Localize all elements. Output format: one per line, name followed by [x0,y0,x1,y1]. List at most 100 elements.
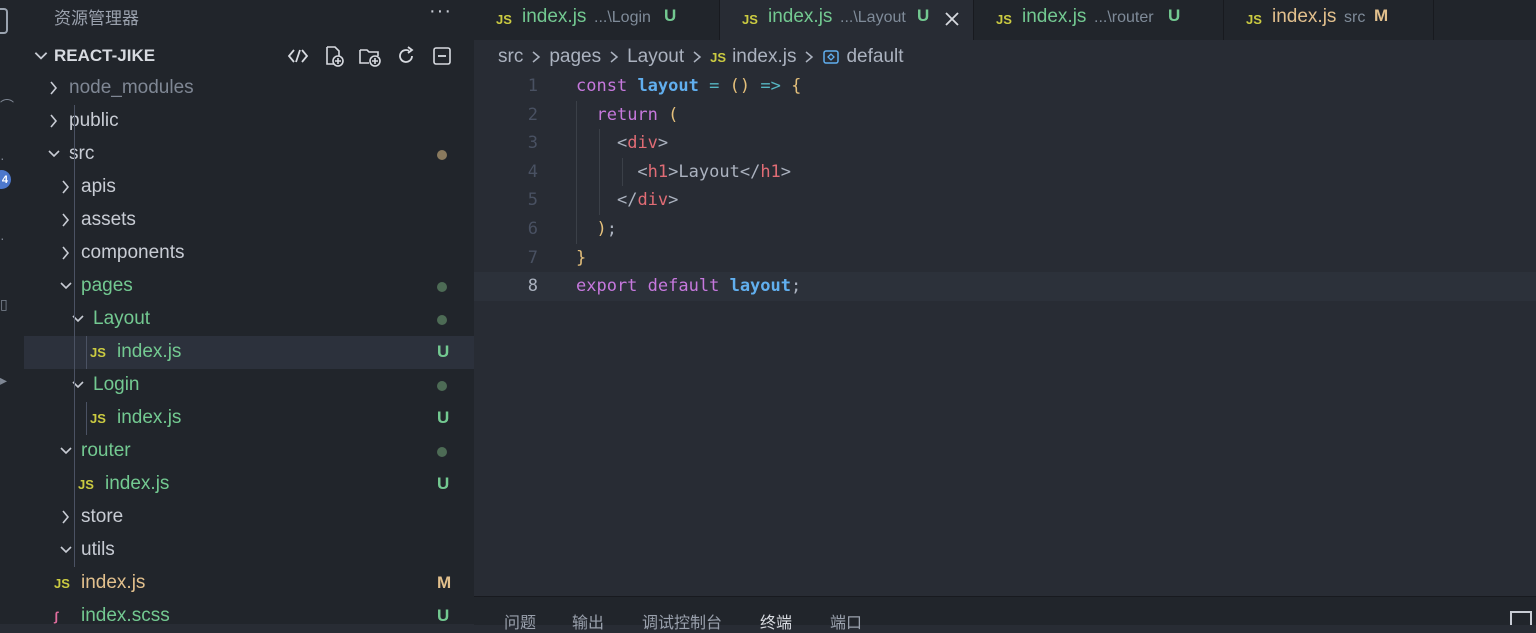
tree-file-row[interactable]: JS index.js U [24,336,474,369]
js-file-icon: JS [54,576,70,591]
breadcrumb-layout[interactable]: Layout [627,46,684,68]
search-activity-icon[interactable]: ⌒ [0,96,14,116]
close-icon[interactable] [942,9,962,29]
tree-folder-row[interactable]: Layout [24,303,474,336]
tab-label: index.js [1272,6,1337,27]
tree-folder-row[interactable]: utils [24,534,474,567]
breadcrumb-symbol[interactable]: default [846,46,903,68]
remote-explorer-icon[interactable] [286,44,310,68]
line-number: 3 [527,133,538,154]
editor-area: JS index.js ...\Login U JS index.js ...\… [474,0,1536,632]
tree-folder-row[interactable]: apis [24,171,474,204]
project-toolbar [286,44,454,68]
activity-bar: ⌒ · 4 · ▯ ▸ [0,0,24,624]
line-number: 1 [527,76,538,96]
tree-item-label: src [69,143,95,164]
explorer-activity-icon[interactable] [0,8,8,34]
line-number: 8 [527,276,538,297]
code-line: 2 return ( [474,101,1536,130]
code-editor[interactable]: 1 const layout = () => { 2 return ( 3 <d… [474,72,1536,301]
code-line-current: 8 export default layout; [474,272,1536,301]
chevron-right-icon [50,114,58,128]
tree-item-label: index.js [81,572,146,593]
tree-item-label: store [81,506,124,527]
line-number: 2 [527,104,538,125]
sidebar-title: 资源管理器 [54,9,139,28]
code-line: 1 const layout = () => { [474,72,1536,101]
tree-folder-row[interactable]: assets [24,204,474,237]
code-line: 3 <div> [474,129,1536,158]
tab-git-status: U [664,6,677,25]
tree-file-row[interactable]: JS index.js M [24,567,474,600]
tab-label: index.js [522,6,587,27]
explorer-sidebar: 资源管理器 ··· REACT-JIKE node_modulespublic [24,0,474,624]
tree-folder-row[interactable]: router [24,435,474,468]
panel-tab-output[interactable]: 输出 [572,609,604,633]
tab-layout-index[interactable]: JS index.js ...\Layout U [720,0,974,40]
ellipsis-icon[interactable]: ··· [429,0,452,23]
tree-item-label: index.js [117,341,182,362]
chevron-down-icon [48,150,60,158]
source-control-badge: 4 [0,170,11,189]
tree-folder-row[interactable]: store [24,501,474,534]
code-text: ); [596,218,617,239]
breadcrumb-file[interactable]: index.js [732,46,796,68]
tree-folder-row[interactable]: node_modules [24,72,474,105]
new-folder-icon[interactable] [358,44,382,68]
tree-folder-row[interactable]: Login [24,369,474,402]
panel-tab-terminal[interactable]: 终端 [760,609,792,633]
code-line: 6 ); [474,215,1536,244]
collapse-all-icon[interactable] [430,44,454,68]
code-text: const layout = () => { [576,76,802,96]
tab-git-status: M [1374,6,1389,25]
js-file-icon: JS [742,12,758,27]
extensions-activity-icon[interactable]: ▯ [0,296,8,313]
refresh-icon[interactable] [394,44,418,68]
tab-login-index[interactable]: JS index.js ...\Login U [474,0,720,40]
panel-layout-icon[interactable] [1510,611,1532,625]
tree-item-label: node_modules [69,77,194,98]
chevron-down-icon [72,315,84,323]
tree-indent-guide [74,468,75,501]
code-line: 5 </div> [474,186,1536,215]
source-control-activity-icon[interactable]: · [0,150,5,166]
chevron-right-icon [806,51,814,63]
tree-item-label: utils [81,539,115,560]
tree-folder-row[interactable]: public [24,105,474,138]
js-file-icon: JS [90,411,106,426]
chevron-right-icon [62,246,70,260]
project-header[interactable]: REACT-JIKE [24,40,474,72]
tree-item-label: router [81,440,131,461]
chevron-down-icon [60,546,72,554]
tree-item-label: components [81,242,185,263]
breadcrumb-pages[interactable]: pages [549,46,601,68]
panel-tab-ports[interactable]: 端口 [830,609,862,633]
tab-path: ...\Login [594,9,651,26]
line-number: 5 [527,190,538,211]
tab-router-index[interactable]: JS index.js ...\router U [974,0,1224,40]
tab-git-status: U [917,6,930,25]
git-status-dot [437,315,447,325]
new-file-icon[interactable] [322,44,346,68]
code-text: return ( [596,104,679,125]
tree-file-row[interactable]: ʃ index.scss U [24,600,474,624]
tree-indent-guide [86,336,87,369]
git-status-letter: M [437,573,452,592]
js-file-icon: JS [78,477,94,492]
tree-folder-row[interactable]: components [24,237,474,270]
breadcrumb-src[interactable]: src [498,46,523,68]
tree-folder-row[interactable]: pages [24,270,474,303]
tab-src-index[interactable]: JS index.js src M [1224,0,1434,40]
breadcrumb: src pages Layout JS index.js default [498,44,904,70]
js-file-icon: JS [90,345,106,360]
code-text: } [576,247,587,268]
code-text: </div> [616,190,679,211]
tree-item-label: index.js [117,407,182,428]
tree-folder-row[interactable]: src [24,138,474,171]
tree-file-row[interactable]: JS index.js U [24,468,474,501]
debug-activity-icon[interactable]: · [0,230,5,246]
panel-tab-problems[interactable]: 问题 [504,609,536,633]
tree-file-row[interactable]: JS index.js U [24,402,474,435]
panel-tab-debug-console[interactable]: 调试控制台 [642,609,722,633]
remote-activity-icon[interactable]: ▸ [0,372,7,389]
